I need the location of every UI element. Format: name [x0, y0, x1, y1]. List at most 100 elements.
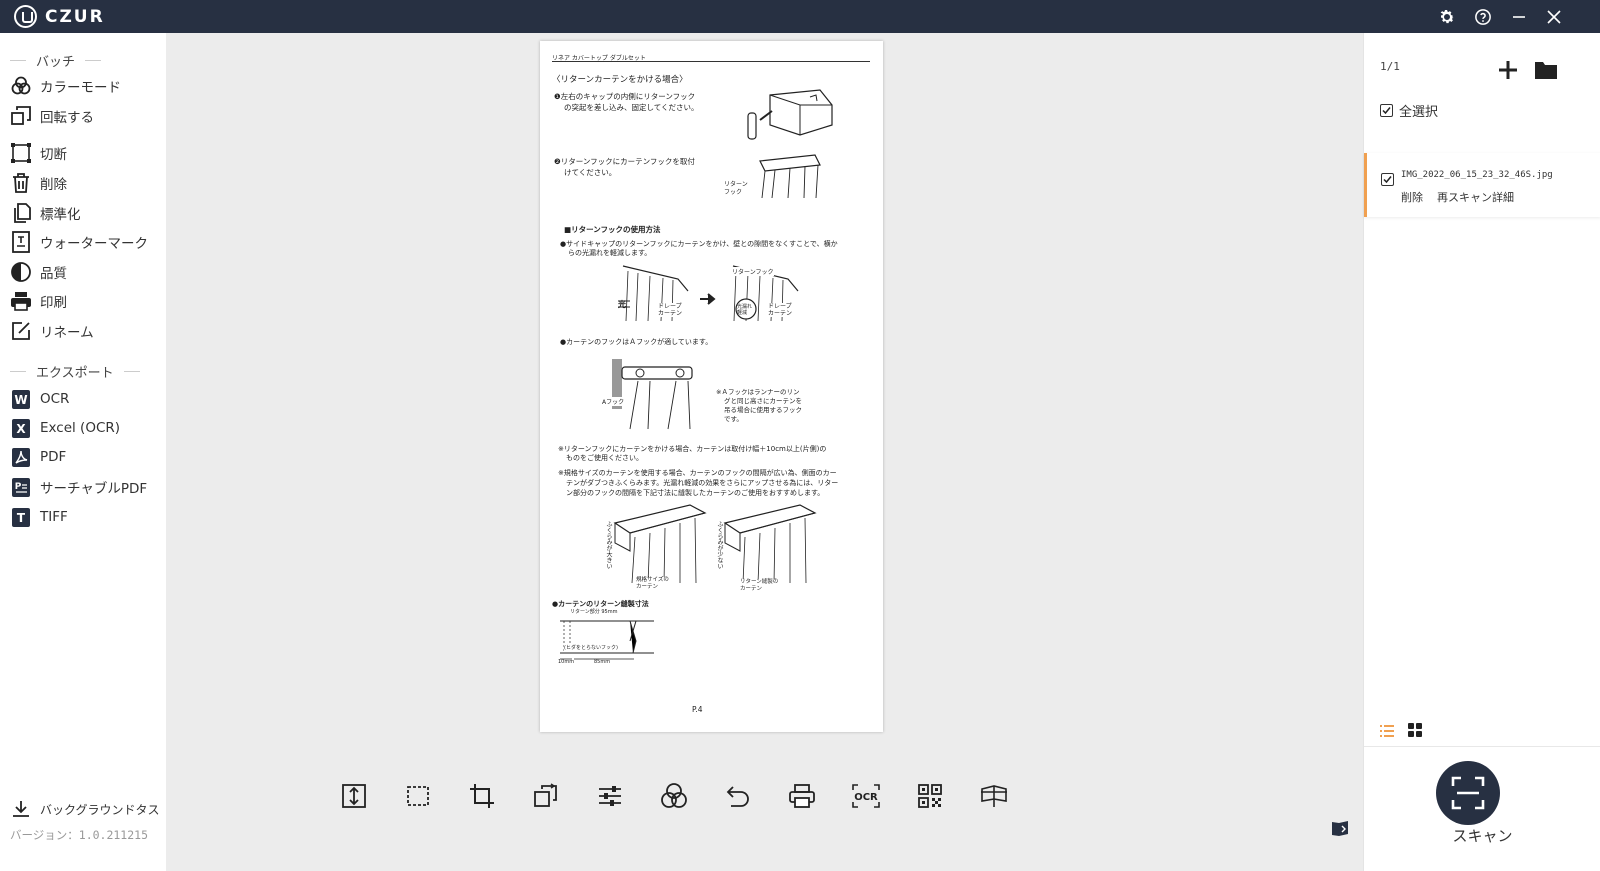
color-mode-button[interactable]: カラーモード — [10, 74, 121, 98]
searchable-pdf-icon: P — [10, 476, 32, 498]
export-searchable-pdf-label: サーチャブルPDF — [40, 481, 148, 497]
standardize-button[interactable]: 標準化 — [10, 201, 81, 225]
add-icon[interactable] — [1497, 59, 1519, 85]
print-button[interactable]: 印刷 — [10, 289, 67, 313]
export-ocr-button[interactable]: W OCR — [10, 387, 69, 411]
export-pdf-button[interactable]: PDF — [10, 445, 66, 469]
doc-figure-sewing — [560, 620, 654, 660]
quality-button[interactable]: 品質 — [10, 260, 67, 284]
doc-step1-line1: ❶左右のキャップの内側にリターンフック — [554, 92, 696, 101]
doc-fig-drape-label: ドレープ カーテン — [658, 303, 683, 317]
crop-icon — [10, 142, 32, 164]
doc-fig-bulge-small-label: ふくらみが少ない — [716, 521, 723, 569]
svg-text:T: T — [17, 511, 26, 525]
checkbox-checked-icon — [1381, 173, 1394, 186]
checkbox-checked-icon — [1380, 104, 1393, 117]
list-view-icon[interactable] — [1379, 723, 1395, 742]
doc-return-hook-label: リターン フック — [724, 181, 748, 196]
file-delete-link[interactable]: 削除 — [1401, 189, 1423, 205]
rotate-tool-button[interactable] — [528, 778, 564, 814]
doc-note2-line3: ン部分のフックの間隔を下記寸法に縫製したカーテンのご使用をおすすめします。 — [566, 489, 825, 497]
app-brand: CZUR — [45, 6, 105, 27]
svg-text:W: W — [14, 393, 27, 407]
minimize-icon[interactable] — [1508, 6, 1530, 28]
ocr-icon-label: OCR — [854, 792, 878, 803]
doc-figure-cap — [747, 89, 833, 140]
doc-fig-light-label: 光 — [618, 300, 626, 309]
qr-code-button[interactable] — [912, 778, 948, 814]
quality-label: 品質 — [40, 266, 67, 282]
svg-text:X: X — [16, 422, 26, 436]
scan-icon — [1451, 776, 1485, 810]
ocr-button[interactable]: OCR — [848, 778, 884, 814]
settings-gear-icon[interactable] — [1436, 6, 1458, 28]
adjust-button[interactable] — [592, 778, 628, 814]
doc-usage-heading: ■リターンフックの使用方法 — [564, 225, 661, 234]
doc-page-number: P.4 — [692, 705, 703, 714]
doc-fig-sewn-label: リターン縫製の カーテン — [740, 579, 779, 593]
rotate-button[interactable]: 回転する — [10, 104, 94, 128]
print-label: 印刷 — [40, 295, 67, 311]
background-task-button[interactable]: バックグラウンドタス — [10, 797, 160, 821]
right-panel: 1/1 全選択 IMG_2022_06_15_23_32_46S.jpg 削除 … — [1363, 33, 1600, 871]
doc-dim1: 10mm — [558, 659, 575, 665]
document-page[interactable]: リネア カバートップ ダブルセット 〈リターンカーテンをかける場合〉 ❶左右のキ… — [540, 41, 883, 732]
doc-note2-line2: テンがダブつきふくらみます。光漏れ軽減の効果をさらにアップさせる為には、リター — [566, 479, 839, 487]
close-icon[interactable] — [1543, 6, 1565, 28]
file-rescan-link[interactable]: 再スキャン — [1437, 189, 1492, 205]
czur-logo-icon — [14, 5, 37, 28]
book-mode-icon — [981, 785, 1007, 807]
select-all-checkbox[interactable]: 全選択 — [1380, 101, 1438, 120]
watermark-button[interactable]: ウォーターマーク — [10, 230, 148, 254]
panel-divider — [1364, 746, 1600, 747]
bottom-toolbar: OCR — [336, 778, 1012, 814]
export-tiff-button[interactable]: T TIFF — [10, 505, 68, 529]
page-counter: 1/1 — [1380, 60, 1400, 73]
print-tool-button[interactable] — [784, 778, 820, 814]
fit-height-button[interactable] — [336, 778, 372, 814]
scan-label: スキャン — [1452, 827, 1513, 845]
help-icon[interactable] — [1472, 6, 1494, 28]
rename-button[interactable]: リネーム — [10, 319, 94, 343]
select-area-button[interactable] — [400, 778, 436, 814]
export-excel-button[interactable]: X Excel (OCR) — [10, 416, 120, 440]
delete-button[interactable]: 削除 — [10, 171, 67, 195]
watermark-icon — [10, 231, 32, 253]
rotate-icon — [10, 105, 32, 127]
crop-label: 切断 — [40, 147, 67, 163]
doc-step1-line2: の突起を差し込み、固定してください。 — [564, 103, 699, 112]
trash-icon — [10, 172, 32, 194]
file-details-link[interactable]: 詳細 — [1492, 189, 1514, 205]
book-mode-button[interactable] — [976, 778, 1012, 814]
title-bar: CZUR — [0, 0, 1600, 33]
download-icon — [10, 798, 32, 820]
crop-button[interactable]: 切断 — [10, 141, 67, 165]
doc-heading: 〈リターンカーテンをかける場合〉 — [552, 75, 688, 85]
file-list-item[interactable]: IMG_2022_06_15_23_32_46S.jpg 削除 再スキャン 詳細 — [1364, 153, 1600, 217]
folder-icon[interactable] — [1534, 59, 1558, 85]
app-logo: CZUR — [14, 5, 105, 28]
export-excel-label: Excel (OCR) — [40, 420, 121, 436]
doc-figure-return-hook — [759, 154, 821, 199]
delete-label: 削除 — [40, 177, 67, 193]
scan-button[interactable] — [1436, 761, 1500, 825]
rotate-tool-icon — [534, 783, 557, 807]
grid-view-icon[interactable] — [1407, 722, 1423, 742]
doc-step2-line2: けてください。 — [564, 168, 617, 177]
ocr-icon: OCR — [852, 784, 880, 808]
doc-hook-a-note: ●カーテンのフックはＡフックが適しています。 — [560, 338, 713, 346]
select-all-label: 全選択 — [1399, 105, 1439, 120]
export-searchable-pdf-button[interactable]: P サーチャブルPDF — [10, 475, 147, 499]
file-checkbox[interactable] — [1381, 169, 1394, 188]
doc-fig-std-label: 規格サイズの カーテン — [636, 577, 669, 591]
color-mode-icon — [10, 75, 32, 97]
doc-note1-line2: ものをご使用ください。 — [566, 454, 643, 462]
undo-button[interactable] — [720, 778, 756, 814]
crop-tool-button[interactable] — [464, 778, 500, 814]
color-tool-button[interactable] — [656, 778, 692, 814]
select-area-icon — [407, 786, 429, 806]
undo-icon — [726, 786, 749, 807]
page-flip-icon[interactable] — [1330, 819, 1350, 841]
doc-figure-bulge — [613, 504, 817, 584]
doc-fig-drape-label-2: ドレープ カーテン — [768, 303, 793, 317]
